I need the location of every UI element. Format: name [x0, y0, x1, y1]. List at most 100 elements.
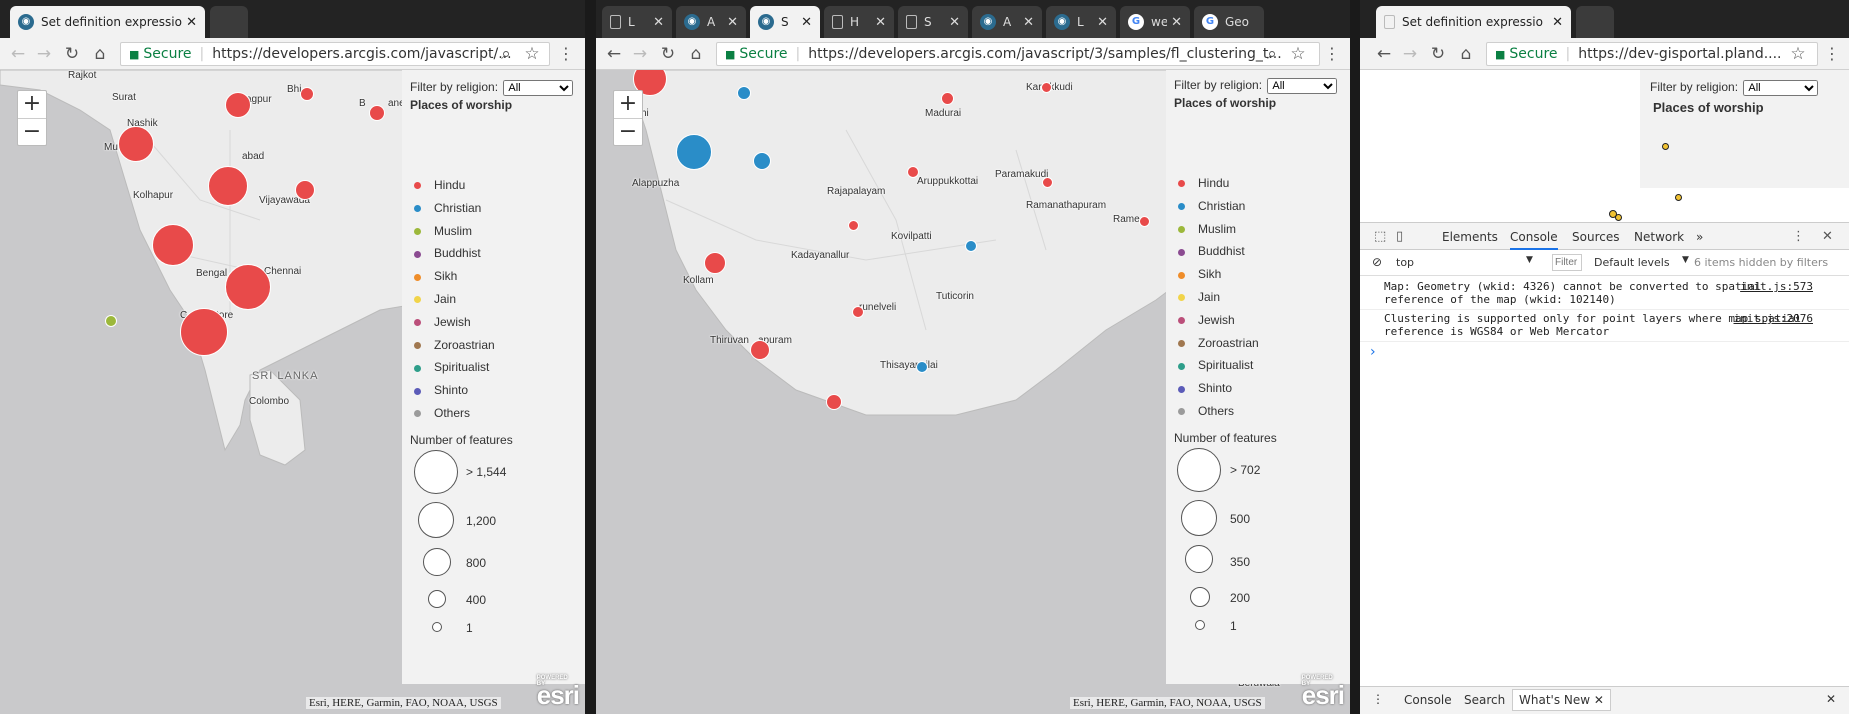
cluster-christian[interactable] [916, 361, 928, 373]
new-tab-button[interactable] [210, 6, 248, 38]
tab-active[interactable]: Set definition expressio ✕ [1376, 6, 1571, 38]
close-devtools-icon[interactable]: ✕ [1822, 229, 1833, 244]
search-icon[interactable]: ⌕ [496, 44, 516, 64]
cluster-christian[interactable] [753, 152, 771, 170]
cluster-hindu[interactable] [907, 166, 919, 178]
map-view[interactable]: chi Madurai Karaikkudi Alappuzha Rajapal… [596, 70, 1350, 714]
cluster-christian[interactable] [965, 240, 977, 252]
kebab-menu-icon[interactable]: ⋮ [1792, 229, 1805, 244]
star-icon[interactable]: ☆ [522, 44, 542, 64]
zoom-out-button[interactable]: − [614, 118, 642, 145]
cluster-hindu[interactable] [848, 220, 859, 231]
esri-logo[interactable]: POWERED BY esri [537, 675, 580, 711]
feature-point[interactable] [1675, 194, 1682, 201]
tab[interactable]: S ✕ [898, 6, 968, 38]
tab[interactable]: G Geo [1194, 6, 1264, 38]
cluster-christian[interactable] [676, 134, 712, 170]
address-bar[interactable]: ■ Secure | https://dev-gisportal.pland.... [1486, 42, 1818, 66]
clear-console-icon[interactable]: ⊘ [1372, 255, 1382, 269]
chevron-down-icon[interactable]: ▼ [1526, 255, 1533, 265]
tab-network[interactable]: Network [1634, 230, 1684, 244]
tab-elements[interactable]: Elements [1442, 230, 1498, 244]
cluster-hindu[interactable] [180, 308, 228, 356]
reload-icon[interactable]: ↻ [658, 44, 678, 64]
cluster-hindu[interactable] [1042, 177, 1053, 188]
cluster-hindu[interactable] [225, 264, 271, 310]
cluster-hindu[interactable] [208, 166, 248, 206]
star-icon[interactable]: ☆ [1288, 44, 1308, 64]
back-icon[interactable]: ← [1374, 44, 1394, 64]
feature-point[interactable] [1662, 143, 1669, 150]
tab[interactable]: ◉ L ✕ [1046, 6, 1116, 38]
device-icon[interactable]: ▯ [1396, 229, 1403, 244]
map-view[interactable]: Rajkot Surat Nashik Mu Kolhapur Bengal C… [0, 70, 585, 714]
cluster-muslim[interactable] [105, 315, 117, 327]
forward-icon[interactable]: → [34, 44, 54, 64]
message-source-link[interactable]: init.js:573 [1740, 280, 1813, 293]
forward-icon[interactable]: → [630, 44, 650, 64]
more-tabs-icon[interactable]: » [1696, 230, 1703, 244]
close-tab-icon[interactable]: ✕ [1171, 15, 1182, 30]
close-tab-icon[interactable]: ✕ [875, 15, 886, 30]
tab[interactable]: ◉ A ✕ [972, 6, 1042, 38]
menu-icon[interactable]: ⋮ [1824, 44, 1840, 64]
forward-icon[interactable]: → [1400, 44, 1420, 64]
cluster-hindu[interactable] [225, 92, 251, 118]
cluster-hindu[interactable] [852, 306, 864, 318]
cluster-hindu[interactable] [750, 340, 770, 360]
feature-point[interactable] [1615, 214, 1622, 221]
home-icon[interactable]: ⌂ [90, 44, 110, 64]
cluster-hindu[interactable] [369, 105, 385, 121]
cluster-hindu[interactable] [300, 87, 314, 101]
home-icon[interactable]: ⌂ [1456, 44, 1476, 64]
menu-icon[interactable]: ⋮ [1324, 44, 1340, 64]
log-levels-select[interactable]: Default levels [1594, 256, 1670, 269]
cluster-hindu[interactable] [1139, 216, 1150, 227]
tab-sources[interactable]: Sources [1572, 230, 1619, 244]
star-icon[interactable]: ☆ [1788, 44, 1808, 64]
close-tab-icon[interactable]: ✕ [1023, 15, 1034, 30]
close-tab-icon[interactable]: ✕ [1552, 15, 1563, 30]
reload-icon[interactable]: ↻ [62, 44, 82, 64]
cluster-hindu[interactable] [118, 126, 154, 162]
cluster-hindu[interactable] [941, 92, 954, 105]
back-icon[interactable]: ← [8, 44, 28, 64]
tab[interactable]: Gweb✕ [1120, 6, 1190, 38]
tab[interactable]: ◉ A ✕ [676, 6, 746, 38]
drawer-tab-whats-new[interactable]: What's New ✕ [1512, 689, 1611, 711]
tab[interactable]: H ✕ [824, 6, 894, 38]
religion-select[interactable]: All [1267, 78, 1338, 94]
cluster-hindu[interactable] [826, 394, 842, 410]
close-tab-icon[interactable]: ✕ [801, 15, 812, 30]
message-source-link[interactable]: init.js:2076 [1734, 312, 1813, 325]
zoom-out-button[interactable]: − [18, 118, 46, 145]
cluster-christian[interactable] [737, 86, 751, 100]
tab[interactable]: L ✕ [602, 6, 672, 38]
cluster-hindu[interactable] [152, 224, 194, 266]
religion-select[interactable]: All [503, 80, 574, 96]
drawer-tab-console[interactable]: Console [1404, 693, 1452, 707]
close-tab-icon[interactable]: ✕ [949, 15, 960, 30]
religion-select[interactable]: All [1743, 80, 1819, 96]
zoom-in-button[interactable]: + [18, 91, 46, 118]
address-bar[interactable]: ■ Secure | https://developers.arcgis.com/ja… [716, 42, 1320, 66]
close-drawer-icon[interactable]: ✕ [1826, 692, 1836, 706]
tab-console[interactable]: Console [1510, 230, 1558, 250]
esri-logo[interactable]: POWERED BY esri [1302, 675, 1345, 711]
reload-icon[interactable]: ↻ [1428, 44, 1448, 64]
new-tab-button[interactable] [1576, 6, 1614, 38]
back-icon[interactable]: ← [604, 44, 624, 64]
search-icon[interactable]: ⌕ [1262, 44, 1282, 64]
close-tab-icon[interactable]: ✕ [653, 15, 664, 30]
drawer-tab-search[interactable]: Search [1464, 693, 1505, 707]
close-tab-icon[interactable]: ✕ [186, 15, 197, 30]
close-tab-icon[interactable]: ✕ [1097, 15, 1108, 30]
cluster-hindu[interactable] [1041, 82, 1052, 93]
console-prompt[interactable]: › [1370, 344, 1376, 360]
tab-active[interactable]: ◉ Set definition expressio ✕ [10, 6, 205, 38]
chevron-down-icon[interactable]: ▼ [1682, 255, 1689, 265]
console-filter-input[interactable] [1552, 254, 1582, 271]
menu-icon[interactable]: ⋮ [558, 44, 574, 64]
address-bar[interactable]: ■ Secure | https://developers.arcgis.com/ja… [120, 42, 550, 66]
cluster-hindu[interactable] [704, 252, 726, 274]
